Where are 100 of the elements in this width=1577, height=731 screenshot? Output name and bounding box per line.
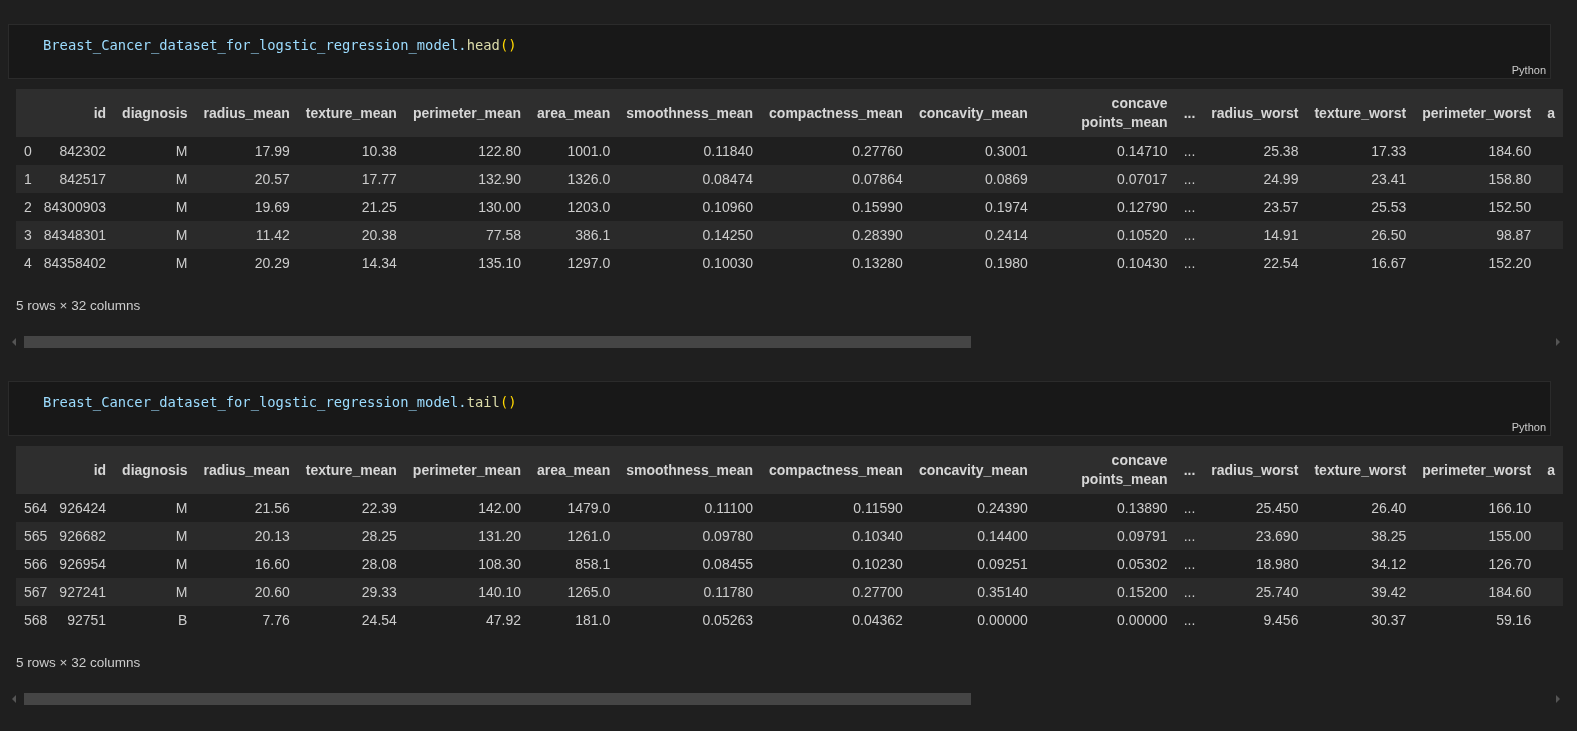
table-cell: 131.20: [404, 522, 530, 550]
column-header: ...: [1183, 103, 1196, 123]
table-cell: 1479.0: [529, 494, 619, 522]
table-cell: 0.09251: [910, 550, 1036, 578]
row-index: 565: [16, 522, 52, 550]
table-cell: 108.30: [404, 550, 530, 578]
table-cell: 9.456: [1203, 606, 1307, 634]
table-cell: 30.37: [1306, 606, 1415, 634]
language-label[interactable]: Python: [1511, 421, 1546, 433]
table-cell: 842517: [35, 165, 115, 193]
table-cell: 0.11840: [618, 137, 762, 165]
table-cell: 24.54: [297, 606, 405, 634]
code-editor[interactable]: Breast_Cancer_dataset_for_logstic_regression_model.tail() Python: [8, 381, 1551, 436]
column-header: area_mean: [537, 460, 611, 480]
scrollbar-thumb[interactable]: [24, 336, 971, 348]
code-line: Breast_Cancer_dataset_for_logstic_regression_model.tail(): [43, 394, 517, 411]
table-cell: ...: [1175, 137, 1204, 165]
scroll-right-icon[interactable]: [1556, 695, 1560, 703]
table-cell: ...: [1175, 193, 1204, 221]
table-cell: ...: [1175, 578, 1204, 606]
column-header: perimeter_mean: [412, 460, 522, 480]
table-cell: 0.09791: [1035, 522, 1176, 550]
table-cell: 39.42: [1306, 578, 1415, 606]
table-cell: 26.50: [1306, 221, 1415, 249]
table-cell: 0.13890: [1035, 494, 1176, 522]
column-header: perimeter_mean: [412, 103, 522, 123]
table-cell: 24.99: [1203, 165, 1307, 193]
table-cell: 22.54: [1203, 249, 1307, 277]
table-cell: M: [114, 494, 196, 522]
row-index: 566: [16, 550, 52, 578]
column-header: area_mean: [537, 103, 611, 123]
table-cell: 0.10430: [1035, 249, 1176, 277]
table-cell: 142.00: [404, 494, 530, 522]
table-cell: ...: [1175, 249, 1204, 277]
table-cell: 0.11590: [761, 494, 911, 522]
table-cell: 0.14250: [618, 221, 762, 249]
table-cell: 84300903: [35, 193, 115, 221]
table-cell: M: [114, 193, 196, 221]
table-cell: 0.05302: [1035, 550, 1176, 578]
table-cell: 181.0: [529, 606, 619, 634]
table-cell: 28.08: [297, 550, 405, 578]
table-cell: 25.53: [1306, 193, 1415, 221]
table-cell: M: [114, 522, 196, 550]
table-cell: 20.38: [297, 221, 405, 249]
column-header: concave points_mean: [1080, 451, 1168, 489]
table-cell: 20.60: [195, 578, 298, 606]
table-cell: 14.91: [1203, 221, 1307, 249]
table-cell: 0.07864: [761, 165, 911, 193]
table-cell: 1265.0: [529, 578, 619, 606]
table-cell: 17.33: [1306, 137, 1415, 165]
row-index: 564: [16, 494, 52, 522]
table-cell: 0.00000: [910, 606, 1036, 634]
column-header: texture_worst: [1314, 103, 1407, 123]
column-header: perimeter_worst: [1422, 460, 1532, 480]
column-header: smoothness_mean: [626, 103, 754, 123]
table-cell: 184.60: [1414, 137, 1540, 165]
table-cell: 25.450: [1203, 494, 1307, 522]
scroll-left-icon[interactable]: [12, 695, 16, 703]
row-index: 0: [16, 137, 36, 165]
row-index: 568: [16, 606, 52, 634]
table-cell: 0.10340: [761, 522, 911, 550]
table-cell: 132.90: [404, 165, 530, 193]
table-cell: 84348301: [35, 221, 115, 249]
table-cell: 59.16: [1414, 606, 1540, 634]
table-cell: 77.58: [404, 221, 530, 249]
table-cell: 0.00000: [1035, 606, 1176, 634]
table-cell: 25.38: [1203, 137, 1307, 165]
table-cell: 0.11100: [618, 494, 762, 522]
row-index: 4: [16, 249, 36, 277]
table-cell: 38.25: [1306, 522, 1415, 550]
scroll-left-icon[interactable]: [12, 338, 16, 346]
table-cell: M: [114, 137, 196, 165]
table-cell: 98.87: [1414, 221, 1540, 249]
table-cell: 22.39: [297, 494, 405, 522]
scroll-right-icon[interactable]: [1556, 338, 1560, 346]
table-cell: M: [114, 221, 196, 249]
column-header: perimeter_worst: [1422, 103, 1532, 123]
table-cell: 34.12: [1306, 550, 1415, 578]
table-cell: 0.27760: [761, 137, 911, 165]
table-cell: 0.28390: [761, 221, 911, 249]
column-header: texture_mean: [305, 103, 397, 123]
scrollbar-thumb[interactable]: [24, 693, 971, 705]
column-header: a: [1547, 460, 1555, 480]
table-summary: 5 rows × 32 columns: [16, 655, 142, 672]
table-cell: ...: [1175, 522, 1204, 550]
table-cell: 84358402: [35, 249, 115, 277]
table-cell: 21.25: [297, 193, 405, 221]
table-cell: B: [114, 606, 196, 634]
table-cell: 155.00: [1414, 522, 1540, 550]
table-cell: 140.10: [404, 578, 530, 606]
language-label[interactable]: Python: [1511, 64, 1546, 76]
column-header: concavity_mean: [918, 103, 1028, 123]
column-header: radius_worst: [1211, 103, 1299, 123]
row-index: 3: [16, 221, 36, 249]
table-cell: 21.56: [195, 494, 298, 522]
table-cell: 1001.0: [529, 137, 619, 165]
code-editor[interactable]: Breast_Cancer_dataset_for_logstic_regression_model.head() Python: [8, 24, 1551, 79]
column-header: ...: [1183, 460, 1196, 480]
table-cell: 0.14710: [1035, 137, 1176, 165]
column-header: id: [93, 103, 107, 123]
